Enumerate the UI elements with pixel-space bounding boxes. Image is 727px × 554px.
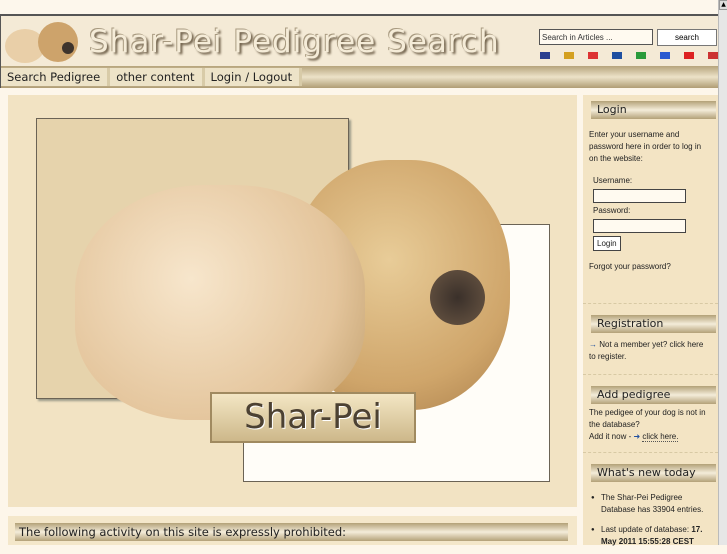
scroll-up-icon[interactable]: ▲ [719, 0, 727, 10]
registration-heading: Registration [591, 315, 716, 333]
arrow-icon: → [589, 340, 600, 349]
flag-pl-icon[interactable] [684, 52, 694, 59]
login-button[interactable]: Login [593, 236, 621, 251]
nav-search-pedigree[interactable]: Search Pedigree [1, 68, 111, 86]
update-label: Last update of database: [601, 525, 690, 534]
notice-heading: The following activity on this site is e… [15, 523, 568, 541]
registration-box: Registration → Not a member yet? click h… [583, 315, 718, 375]
scrollbar[interactable]: ▲ [718, 0, 727, 545]
list-item: The Shar-Pei Pedigree Database has 33904… [589, 492, 712, 516]
whats-new-box: What's new today The Shar-Pei Pedigree D… [583, 464, 718, 554]
flag-it-icon[interactable] [636, 52, 646, 59]
list-item: Last update of database: 17. May 2011 15… [589, 524, 712, 548]
password-input[interactable] [593, 219, 686, 233]
puppy-light-image [75, 185, 365, 420]
login-box: Login Enter your username and password h… [583, 101, 718, 304]
article-search-input[interactable] [539, 29, 653, 45]
logo-dogs-icon [5, 22, 78, 63]
forgot-password-link[interactable]: Forgot your password? [589, 261, 712, 273]
whats-new-heading: What's new today [591, 464, 716, 482]
add-pedigree-text: The pedigee of your dog is not in the da… [589, 408, 706, 429]
login-intro: Enter your username and password here in… [589, 130, 702, 163]
add-pedigree-link[interactable]: click here. [642, 432, 679, 442]
nav-other-content[interactable]: other content [110, 68, 205, 86]
add-pedigree-heading: Add pedigree [591, 386, 716, 404]
flag-de-icon[interactable] [564, 52, 574, 59]
username-label: Username: [593, 176, 633, 185]
flag-es-icon[interactable] [588, 52, 598, 59]
register-text[interactable]: Not a member yet? click here to register… [589, 340, 703, 361]
flag-hu-icon[interactable] [708, 52, 718, 59]
add-prefix: Add it now - [589, 432, 632, 441]
username-input[interactable] [593, 189, 686, 203]
shar-pei-plaque: Shar-Pei [210, 392, 416, 443]
password-label: Password: [593, 206, 631, 215]
language-flags [540, 52, 718, 59]
flag-fr-icon[interactable] [660, 52, 670, 59]
flag-cz-icon[interactable] [612, 52, 622, 59]
nav-login-logout[interactable]: Login / Logout [204, 68, 303, 86]
top-strip [0, 0, 718, 14]
site-header: Shar-Pei Pedigree Search search [0, 14, 718, 66]
site-title: Shar-Pei Pedigree Search [89, 24, 500, 60]
login-heading: Login [591, 101, 716, 119]
main-nav: Search Pedigree other content Login / Lo… [0, 66, 718, 88]
arrow-icon: ➜ [633, 432, 641, 441]
register-link[interactable]: → Not a member yet? click here to regist… [589, 339, 712, 363]
whats-new-list: The Shar-Pei Pedigree Database has 33904… [589, 492, 712, 548]
add-pedigree-box: Add pedigree The pedigee of your dog is … [583, 386, 718, 453]
puppy-muzzle [430, 270, 485, 325]
flag-uk-icon[interactable] [540, 52, 550, 59]
sidebar: Login Enter your username and password h… [583, 95, 718, 546]
search-button[interactable]: search [657, 29, 717, 46]
